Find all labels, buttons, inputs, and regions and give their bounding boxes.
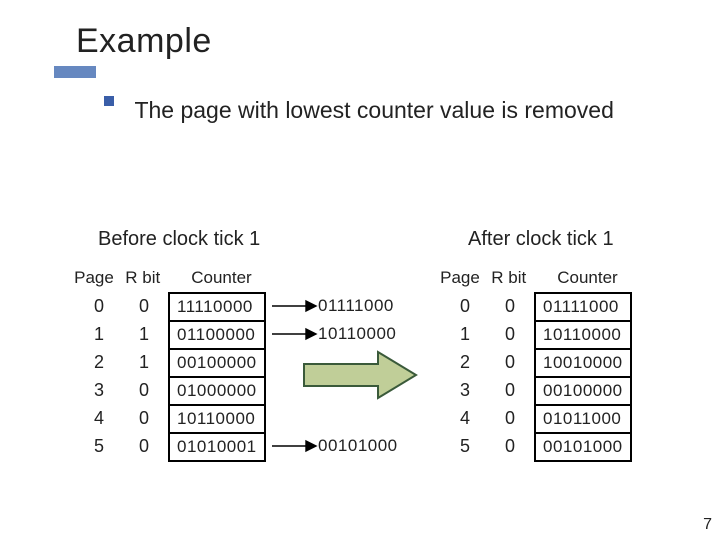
counter-cell: 01111000 (535, 293, 631, 321)
arrow-icon (270, 324, 318, 344)
mid-value: 00101000 (318, 432, 398, 460)
cell: 1 (456, 320, 474, 348)
mid-value: 10110000 (318, 320, 398, 348)
counter-cell: 01011000 (535, 405, 631, 433)
counter-cell: 00100000 (169, 349, 265, 377)
cell: 5 (90, 432, 108, 460)
cell: 2 (456, 348, 474, 376)
cell: 3 (90, 376, 108, 404)
big-arrow-icon (300, 350, 420, 400)
cell: 0 (135, 292, 153, 320)
cell: 3 (456, 376, 474, 404)
cell: 5 (456, 432, 474, 460)
counter-cell: 01010001 (169, 433, 265, 461)
counter-cell: 10110000 (169, 405, 265, 433)
caption-after: After clock tick 1 (468, 228, 614, 251)
counter-table-after: 01111000 10110000 10010000 00100000 0101… (534, 292, 632, 462)
cell: 0 (501, 320, 519, 348)
cell: 0 (501, 292, 519, 320)
arrow-icon (270, 296, 318, 316)
counter-cell: 01100000 (169, 321, 265, 349)
cell: 0 (501, 432, 519, 460)
title-block: Example (76, 22, 212, 61)
arrow-icon (270, 436, 318, 456)
header-page: Page (438, 268, 482, 288)
slide: Example The page with lowest counter val… (0, 0, 720, 540)
counter-cell: 10010000 (535, 349, 631, 377)
accent-bar (54, 66, 96, 78)
bullet-text: The page with lowest counter value is re… (134, 96, 644, 125)
cell: 1 (135, 348, 153, 376)
headers-left: Page R bit Counter (72, 268, 261, 288)
bullet-row: The page with lowest counter value is re… (104, 96, 664, 125)
cell: 1 (90, 320, 108, 348)
col-page-before: 0 1 2 3 4 5 (90, 292, 108, 460)
counter-cell: 00101000 (535, 433, 631, 461)
counter-cell: 00100000 (535, 377, 631, 405)
counter-table-before: 11110000 01100000 00100000 01000000 1011… (168, 292, 266, 462)
cell: 0 (456, 292, 474, 320)
cell: 0 (135, 432, 153, 460)
mid-value (318, 404, 398, 432)
caption-before: Before clock tick 1 (98, 228, 260, 251)
page-number: 7 (703, 516, 712, 534)
cell: 0 (501, 376, 519, 404)
col-rbit-after: 0 0 0 0 0 0 (501, 292, 519, 460)
header-page: Page (72, 268, 116, 288)
counter-cell: 01000000 (169, 377, 265, 405)
mid-value: 01111000 (318, 292, 398, 320)
header-counter: Counter (181, 268, 261, 288)
slide-title: Example (76, 22, 212, 60)
cell: 0 (501, 404, 519, 432)
cell: 0 (135, 376, 153, 404)
cell: 2 (90, 348, 108, 376)
cell: 0 (135, 404, 153, 432)
header-rbit: R bit (487, 268, 531, 288)
header-rbit: R bit (121, 268, 165, 288)
cell: 0 (501, 348, 519, 376)
counter-cell: 10110000 (535, 321, 631, 349)
cell: 4 (456, 404, 474, 432)
counter-cell: 11110000 (169, 293, 265, 321)
col-page-after: 0 1 2 3 4 5 (456, 292, 474, 460)
square-bullet-icon (104, 96, 114, 106)
cell: 1 (135, 320, 153, 348)
col-rbit-before: 0 1 1 0 0 0 (135, 292, 153, 460)
headers-right: Page R bit Counter (438, 268, 627, 288)
cell: 0 (90, 292, 108, 320)
cell: 4 (90, 404, 108, 432)
header-counter: Counter (547, 268, 627, 288)
